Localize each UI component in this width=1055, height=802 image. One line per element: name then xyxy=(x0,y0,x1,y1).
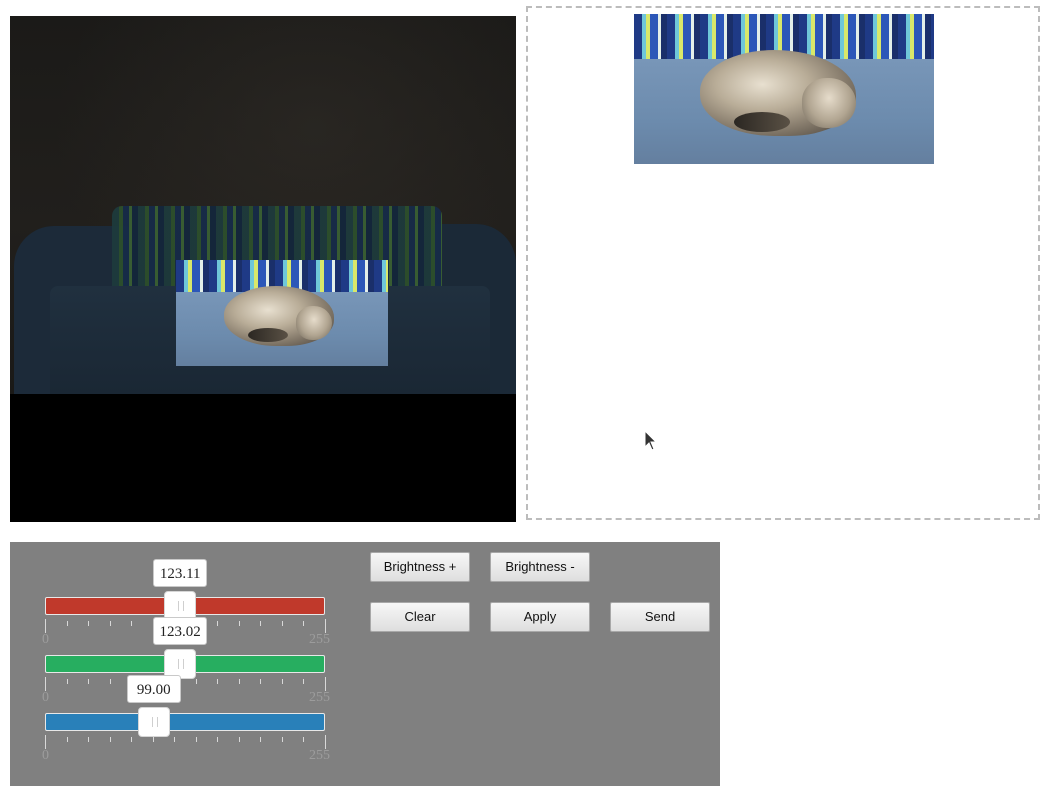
green-slider-ticks xyxy=(45,677,326,691)
slider-tick xyxy=(260,621,262,626)
red-min-label: 0 xyxy=(42,632,49,647)
slider-tick xyxy=(109,679,111,684)
slider-tick xyxy=(281,679,283,684)
slider-tick xyxy=(217,621,219,626)
blue-max-label: 255 xyxy=(309,748,330,763)
canvas-empty-area xyxy=(10,394,516,522)
slider-tick xyxy=(45,619,46,633)
slider-tick xyxy=(325,677,326,691)
slider-tick xyxy=(238,679,240,684)
slider-tick xyxy=(109,621,111,626)
slider-tick xyxy=(109,737,111,742)
slider-tick xyxy=(325,735,326,749)
editor-canvas[interactable] xyxy=(10,16,516,522)
slider-tick xyxy=(88,621,90,626)
red-slider[interactable]: 123.11 0 255 xyxy=(42,559,330,647)
slider-tick xyxy=(152,737,154,742)
slider-tick xyxy=(131,621,133,626)
slider-tick xyxy=(281,737,283,742)
apply-button[interactable]: Apply xyxy=(490,602,590,632)
slider-tick xyxy=(88,737,90,742)
slider-tick xyxy=(217,679,219,684)
green-max-label: 255 xyxy=(309,690,330,705)
slider-tick xyxy=(131,737,133,742)
slider-tick xyxy=(260,679,262,684)
slider-tick xyxy=(260,737,262,742)
slider-tick xyxy=(281,621,283,626)
red-value-tooltip: 123.11 xyxy=(153,559,208,587)
slider-tick xyxy=(303,679,305,684)
blue-slider-handle[interactable] xyxy=(137,707,170,737)
slider-tick xyxy=(66,679,68,684)
blue-value-tooltip: 99.00 xyxy=(126,675,181,703)
brightness-minus-button[interactable]: Brightness - xyxy=(490,552,590,582)
red-max-label: 255 xyxy=(309,632,330,647)
green-min-label: 0 xyxy=(42,690,49,705)
slider-tick xyxy=(195,679,197,684)
slider-tick xyxy=(66,737,68,742)
blue-slider[interactable]: 99.00 0 255 xyxy=(42,675,330,763)
slider-tick xyxy=(217,737,219,742)
color-control-panel: 123.11 0 255 123.02 0 255 99.00 0 255 Br… xyxy=(10,542,720,786)
slider-tick xyxy=(238,621,240,626)
slider-tick xyxy=(45,735,46,749)
brightness-plus-button[interactable]: Brightness + xyxy=(370,552,470,582)
slider-tick xyxy=(66,621,68,626)
slider-tick xyxy=(303,737,305,742)
cat-photo-preview[interactable] xyxy=(634,14,934,164)
slider-tick xyxy=(303,621,305,626)
send-button[interactable]: Send xyxy=(610,602,710,632)
preview-drop-area[interactable] xyxy=(526,6,1040,520)
blue-slider-ticks xyxy=(45,735,326,749)
slider-tick xyxy=(238,737,240,742)
slider-tick xyxy=(195,737,197,742)
blue-min-label: 0 xyxy=(42,748,49,763)
green-value-tooltip: 123.02 xyxy=(153,617,208,645)
blue-slider-track[interactable] xyxy=(45,713,325,731)
slider-tick xyxy=(45,677,46,691)
cat-photo-overlay[interactable] xyxy=(176,260,388,366)
green-slider[interactable]: 123.02 0 255 xyxy=(42,617,330,705)
mouse-pointer-icon xyxy=(644,430,658,451)
slider-tick xyxy=(174,737,176,742)
clear-button[interactable]: Clear xyxy=(370,602,470,632)
slider-tick xyxy=(88,679,90,684)
slider-tick xyxy=(325,619,326,633)
